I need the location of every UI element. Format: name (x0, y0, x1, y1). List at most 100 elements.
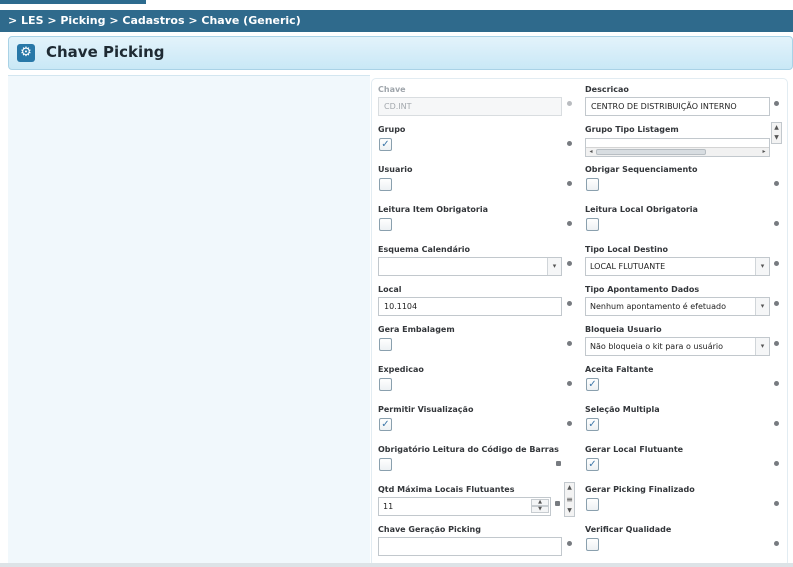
title-bar: ⚙ Chave Picking (8, 36, 793, 70)
local-label: Local (378, 285, 402, 294)
scroll-grip-icon[interactable]: ≡ (565, 493, 574, 506)
scroll-left-icon[interactable]: ◂ (586, 148, 596, 156)
gerar-local-flutuante-checkbox[interactable]: ✓ (586, 458, 599, 471)
chevron-down-icon[interactable]: ▾ (547, 258, 561, 275)
chave-geracao-picking-input[interactable] (378, 537, 562, 556)
required-indicator (555, 501, 560, 506)
qtd-maxima-locais-flutuantes-input[interactable]: 11 ▲ ▼ (378, 497, 551, 516)
required-indicator (774, 541, 779, 546)
usuario-label: Usuario (378, 165, 413, 174)
permitir-visualizacao-label: Permitir Visualização (378, 405, 474, 414)
descricao-input[interactable]: CENTRO DE DISTRIBUIÇÃO INTERNO (585, 97, 770, 116)
grupo-checkbox[interactable]: ✓ (379, 138, 392, 151)
local-input[interactable]: 10.1104 (378, 297, 562, 316)
page-title: Chave Picking (46, 43, 165, 61)
gear-icon: ⚙ (17, 44, 35, 62)
required-indicator (774, 501, 779, 506)
horizontal-scrollbar[interactable]: ◂ ▸ (586, 147, 769, 156)
required-indicator (774, 101, 779, 106)
verificar-qualidade-label: Verificar Qualidade (585, 525, 672, 534)
required-indicator (567, 421, 572, 426)
esquema-calendario-label: Esquema Calendário (378, 245, 471, 254)
leitura-local-obrigatoria-checkbox[interactable] (586, 218, 599, 231)
scroll-up-icon[interactable]: ▲ (772, 123, 781, 133)
grupo-tipo-listagem-listbox[interactable]: ◂ ▸ (585, 138, 770, 157)
descricao-label: Descricao (585, 85, 629, 94)
bloqueia-usuario-value: Não bloqueia o kit para o usuário (590, 342, 723, 351)
tipo-apontamento-dados-select[interactable]: Nenhum apontamento é efetuado ▾ (585, 297, 770, 316)
chevron-down-icon[interactable]: ▾ (755, 298, 769, 315)
required-indicator (567, 341, 572, 346)
bottom-scrollbar[interactable] (0, 563, 793, 567)
vertical-scrollbar[interactable]: ▲ ≡ ▼ (564, 482, 575, 517)
permitir-visualizacao-checkbox[interactable]: ✓ (379, 418, 392, 431)
usuario-checkbox[interactable] (379, 178, 392, 191)
chave-input: CD.INT (378, 97, 562, 116)
required-indicator (774, 181, 779, 186)
required-indicator (567, 181, 572, 186)
gera-embalagem-label: Gera Embalagem (378, 325, 455, 334)
scroll-right-icon[interactable]: ▸ (759, 148, 769, 156)
tipo-local-destino-select[interactable]: LOCAL FLUTUANTE ▾ (585, 257, 770, 276)
quantity-stepper[interactable]: ▲ ▼ (531, 499, 549, 514)
obrigar-sequenciamento-checkbox[interactable] (586, 178, 599, 191)
gerar-picking-finalizado-checkbox[interactable] (586, 498, 599, 511)
scroll-down-icon[interactable]: ▼ (772, 133, 781, 143)
breadcrumb: > LES > Picking > Cadastros > Chave (Gen… (0, 10, 793, 32)
top-strip (0, 0, 146, 4)
selecao-multipla-checkbox[interactable]: ✓ (586, 418, 599, 431)
left-panel (8, 75, 370, 567)
chave-label: Chave (378, 85, 406, 94)
stepper-down-icon[interactable]: ▼ (531, 506, 549, 513)
bloqueia-usuario-label: Bloqueia Usuario (585, 325, 662, 334)
stepper-up-icon[interactable]: ▲ (531, 499, 549, 506)
qtd-maxima-locais-flutuantes-value: 11 (383, 502, 394, 511)
required-indicator (567, 141, 572, 146)
bloqueia-usuario-select[interactable]: Não bloqueia o kit para o usuário ▾ (585, 337, 770, 356)
chevron-down-icon[interactable]: ▾ (755, 258, 769, 275)
gerar-local-flutuante-label: Gerar Local Flutuante (585, 445, 684, 454)
gerar-picking-finalizado-label: Gerar Picking Finalizado (585, 485, 695, 494)
tipo-local-destino-label: Tipo Local Destino (585, 245, 669, 254)
scrollbar-thumb[interactable] (596, 149, 706, 155)
tipo-local-destino-value: LOCAL FLUTUANTE (590, 262, 666, 271)
vertical-scrollbar[interactable]: ▲ ▼ (771, 122, 782, 144)
required-indicator (774, 421, 779, 426)
required-indicator (774, 261, 779, 266)
aceita-faltante-checkbox[interactable]: ✓ (586, 378, 599, 391)
required-indicator (774, 381, 779, 386)
grupo-label: Grupo (378, 125, 406, 134)
selecao-multipla-label: Seleção Multipla (585, 405, 660, 414)
grupo-tipo-listagem-label: Grupo Tipo Listagem (585, 125, 679, 134)
leitura-item-obrigatoria-label: Leitura Item Obrigatoria (378, 205, 489, 214)
esquema-calendario-select[interactable]: ▾ (378, 257, 562, 276)
leitura-item-obrigatoria-checkbox[interactable] (379, 218, 392, 231)
obrigar-sequenciamento-label: Obrigar Sequenciamento (585, 165, 698, 174)
required-indicator (567, 301, 572, 306)
chevron-down-icon[interactable]: ▾ (755, 338, 769, 355)
required-indicator (556, 461, 561, 466)
aceita-faltante-label: Aceita Faltante (585, 365, 654, 374)
expedicao-label: Expedicao (378, 365, 424, 374)
scroll-down-icon[interactable]: ▼ (565, 506, 574, 516)
tipo-apontamento-dados-value: Nenhum apontamento é efetuado (590, 302, 727, 311)
required-indicator (567, 221, 572, 226)
required-indicator (774, 301, 779, 306)
qtd-maxima-locais-flutuantes-label: Qtd Máxima Locais Flutuantes (378, 485, 515, 494)
leitura-local-obrigatoria-label: Leitura Local Obrigatoria (585, 205, 698, 214)
required-indicator (567, 261, 572, 266)
obrigatorio-leitura-codigo-barras-label: Obrigatório Leitura do Código de Barras (378, 445, 559, 454)
required-indicator (567, 381, 572, 386)
gera-embalagem-checkbox[interactable] (379, 338, 392, 351)
expedicao-checkbox[interactable] (379, 378, 392, 391)
required-indicator (774, 461, 779, 466)
obrigatorio-leitura-codigo-barras-checkbox[interactable] (379, 458, 392, 471)
scroll-up-icon[interactable]: ▲ (565, 483, 574, 493)
verificar-qualidade-checkbox[interactable] (586, 538, 599, 551)
required-indicator (567, 101, 572, 106)
required-indicator (774, 341, 779, 346)
required-indicator (567, 541, 572, 546)
tipo-apontamento-dados-label: Tipo Apontamento Dados (585, 285, 700, 294)
required-indicator (774, 221, 779, 226)
chave-geracao-picking-label: Chave Geração Picking (378, 525, 481, 534)
